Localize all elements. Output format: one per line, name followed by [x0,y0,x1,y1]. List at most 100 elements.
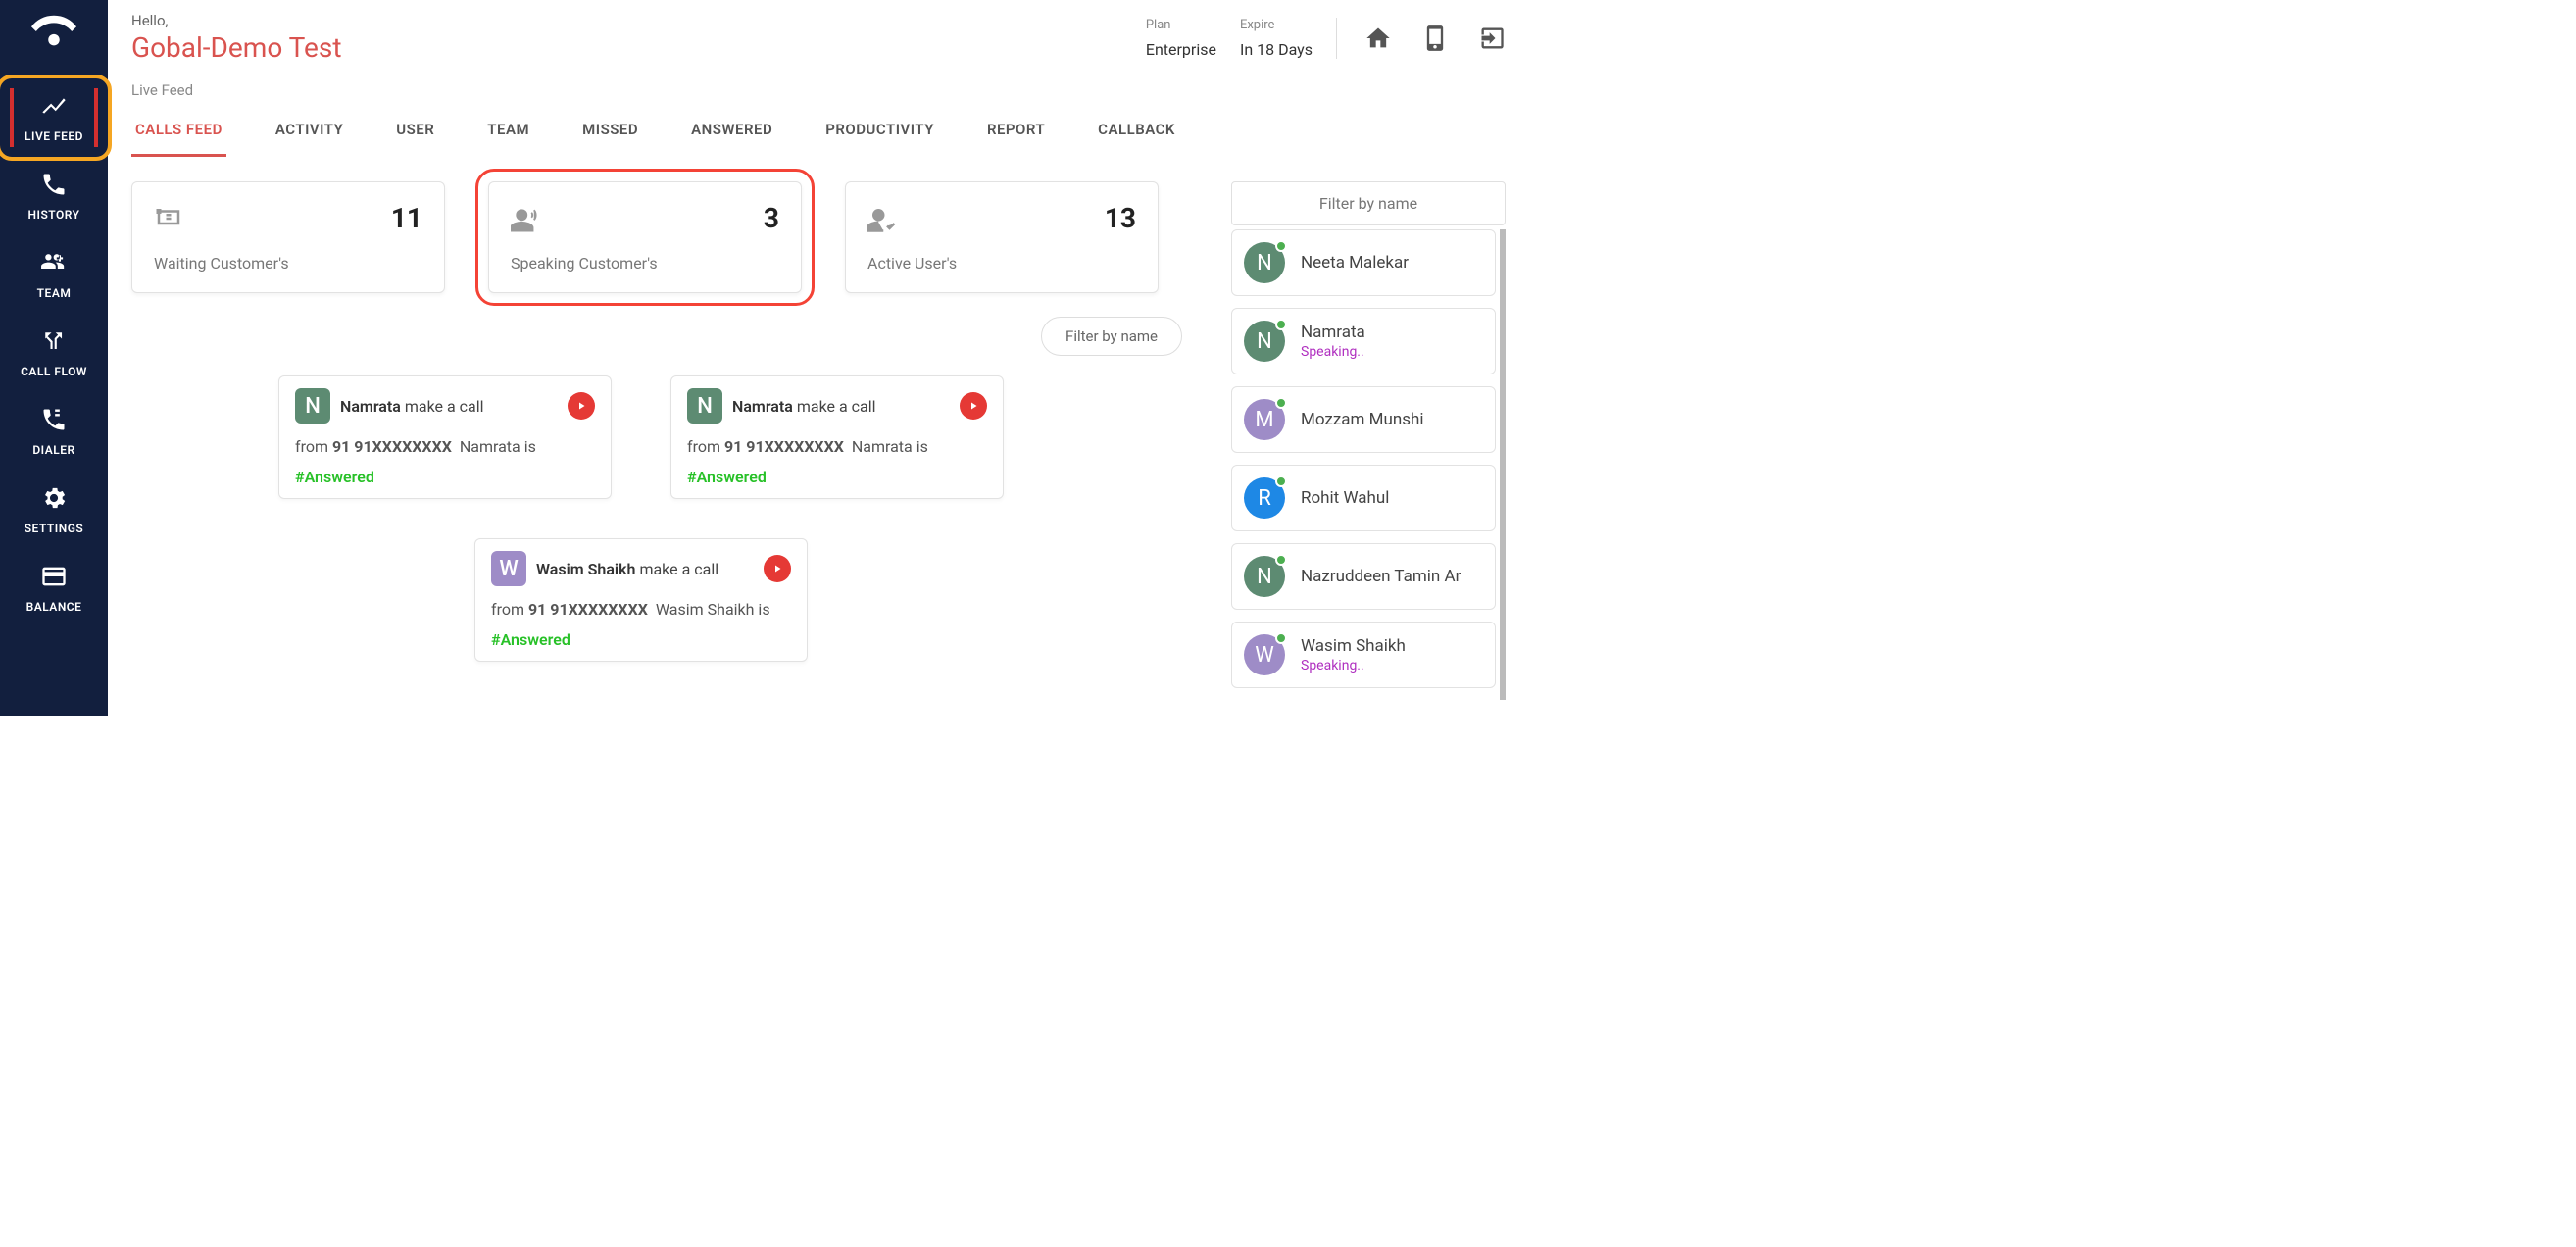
tab-report[interactable]: REPORT [983,113,1049,157]
sidebar-item-history[interactable]: HISTORY [0,157,108,235]
user-name: Rohit Wahul [1301,488,1389,508]
sidebar-item-team[interactable]: TEAM [0,235,108,314]
tenant-name: Gobal-Demo Test [131,31,342,64]
sidebar-item-label: TEAM [37,286,72,300]
stat-active-users[interactable]: 13 Active User's [845,181,1159,293]
play-button[interactable] [764,555,791,582]
online-dot-icon [1275,319,1287,330]
online-dot-icon [1275,632,1287,644]
user-item[interactable]: W Wasim ShaikhSpeaking.. [1231,622,1496,688]
feed-title: Namrata make a call [732,397,950,416]
tab-team[interactable]: TEAM [483,113,533,157]
sidebar-item-dialer[interactable]: DIALER [0,392,108,471]
user-avatar: N [1244,321,1285,362]
user-check-icon [867,204,897,233]
feed-from: from 91 91XXXXXXXX Wasim Shaikh is [491,600,791,619]
expire-value: In 18 Days [1240,40,1313,59]
team-icon [40,249,68,276]
main-content: Hello, Gobal-Demo Test Plan Enterprise E… [108,0,1529,716]
sidebar-item-label: SETTINGS [25,522,84,535]
sidebar-item-live-feed[interactable]: LIVE FEED [0,78,108,157]
stat-value: 13 [1105,202,1136,234]
play-icon [575,400,587,412]
sidebar: LIVE FEED HISTORY TEAM CALL FLOW DIALER … [0,0,108,716]
feed-card: N Namrata make a call from 91 91XXXXXXXX… [670,375,1004,499]
user-item[interactable]: R Rohit Wahul [1231,465,1496,531]
sidebar-item-call-flow[interactable]: CALL FLOW [0,314,108,392]
feed-card: W Wasim Shaikh make a call from 91 91XXX… [474,538,808,662]
feed-card: N Namrata make a call from 91 91XXXXXXXX… [278,375,612,499]
user-item[interactable]: M Mozzam Munshi [1231,386,1496,453]
queue-icon [154,204,183,233]
sidebar-item-balance[interactable]: BALANCE [0,549,108,627]
feed-filter-input[interactable]: Filter by name [1041,317,1182,356]
tab-activity[interactable]: ACTIVITY [272,113,347,157]
user-item[interactable]: N Nazruddeen Tamin Ar [1231,543,1496,610]
user-item[interactable]: N Namrata Speaking.. [1231,308,1496,374]
user-item[interactable]: N Neeta Malekar [1231,229,1496,296]
mobile-icon[interactable] [1421,25,1449,52]
feed-avatar: N [687,388,722,424]
tab-calls-feed[interactable]: CALLS FEED [131,113,226,157]
feed-status: #Answered [687,468,987,486]
tab-user[interactable]: USER [392,113,438,157]
user-avatar: N [1244,242,1285,283]
feed-avatar: W [491,551,526,586]
user-avatar: R [1244,477,1285,519]
play-button[interactable] [960,392,987,420]
sidebar-item-label: LIVE FEED [25,129,83,143]
user-panel: Filter by name N Neeta Malekar N Namrata… [1231,181,1506,700]
tab-missed[interactable]: MISSED [578,113,642,157]
user-avatar: W [1244,634,1285,675]
online-dot-icon [1275,240,1287,252]
user-list[interactable]: N Neeta Malekar N Namrata Speaking.. M Mo… [1231,229,1506,700]
online-dot-icon [1275,554,1287,566]
feed-title: Namrata make a call [340,397,558,416]
sidebar-item-label: HISTORY [28,208,80,222]
play-icon [967,400,979,412]
tab-callback[interactable]: CALLBACK [1094,113,1179,157]
user-avatar: M [1244,399,1285,440]
feed-title: Wasim Shaikh make a call [536,560,754,578]
user-name: Nazruddeen Tamin Ar [1301,567,1461,586]
sidebar-item-settings[interactable]: SETTINGS [0,471,108,549]
plan-label: Plan [1146,18,1216,32]
phone-icon [40,171,68,198]
online-dot-icon [1275,397,1287,409]
tabs: CALLS FEED ACTIVITY USER TEAM MISSED ANS… [131,113,1506,158]
breadcrumb: Live Feed [131,81,1506,99]
sidebar-item-label: CALL FLOW [21,365,87,378]
stat-label: Speaking Customer's [511,254,779,273]
user-status: Speaking.. [1301,344,1365,360]
sip-phone-icon [40,406,68,433]
feed-avatar: N [295,388,330,424]
stat-speaking[interactable]: 3 Speaking Customer's [488,181,802,293]
greeting: Hello, [131,12,342,29]
user-filter-input[interactable]: Filter by name [1231,181,1506,225]
user-name: Namrata [1301,323,1365,342]
user-name: Wasim Shaikh [1301,636,1406,656]
tab-productivity[interactable]: PRODUCTIVITY [821,113,938,157]
gear-icon [40,484,68,512]
plan-value: Enterprise [1146,40,1216,59]
card-icon [40,563,68,590]
chart-line-icon [40,92,68,120]
speaking-icon [511,204,540,233]
sidebar-item-label: DIALER [32,443,74,457]
user-name: Mozzam Munshi [1301,410,1424,429]
stat-label: Waiting Customer's [154,254,422,273]
feed-from: from 91 91XXXXXXXX Namrata is [687,437,987,456]
home-icon[interactable] [1364,25,1392,52]
stat-label: Active User's [867,254,1136,273]
feed-status: #Answered [491,630,791,649]
stat-waiting[interactable]: 11 Waiting Customer's [131,181,445,293]
call-split-icon [40,327,68,355]
tab-answered[interactable]: ANSWERED [687,113,776,157]
expire-label: Expire [1240,18,1313,32]
user-name: Neeta Malekar [1301,253,1409,273]
user-avatar: N [1244,556,1285,597]
stat-value: 3 [764,202,779,234]
logout-icon[interactable] [1478,25,1506,52]
play-button[interactable] [568,392,595,420]
stat-value: 11 [391,202,422,234]
